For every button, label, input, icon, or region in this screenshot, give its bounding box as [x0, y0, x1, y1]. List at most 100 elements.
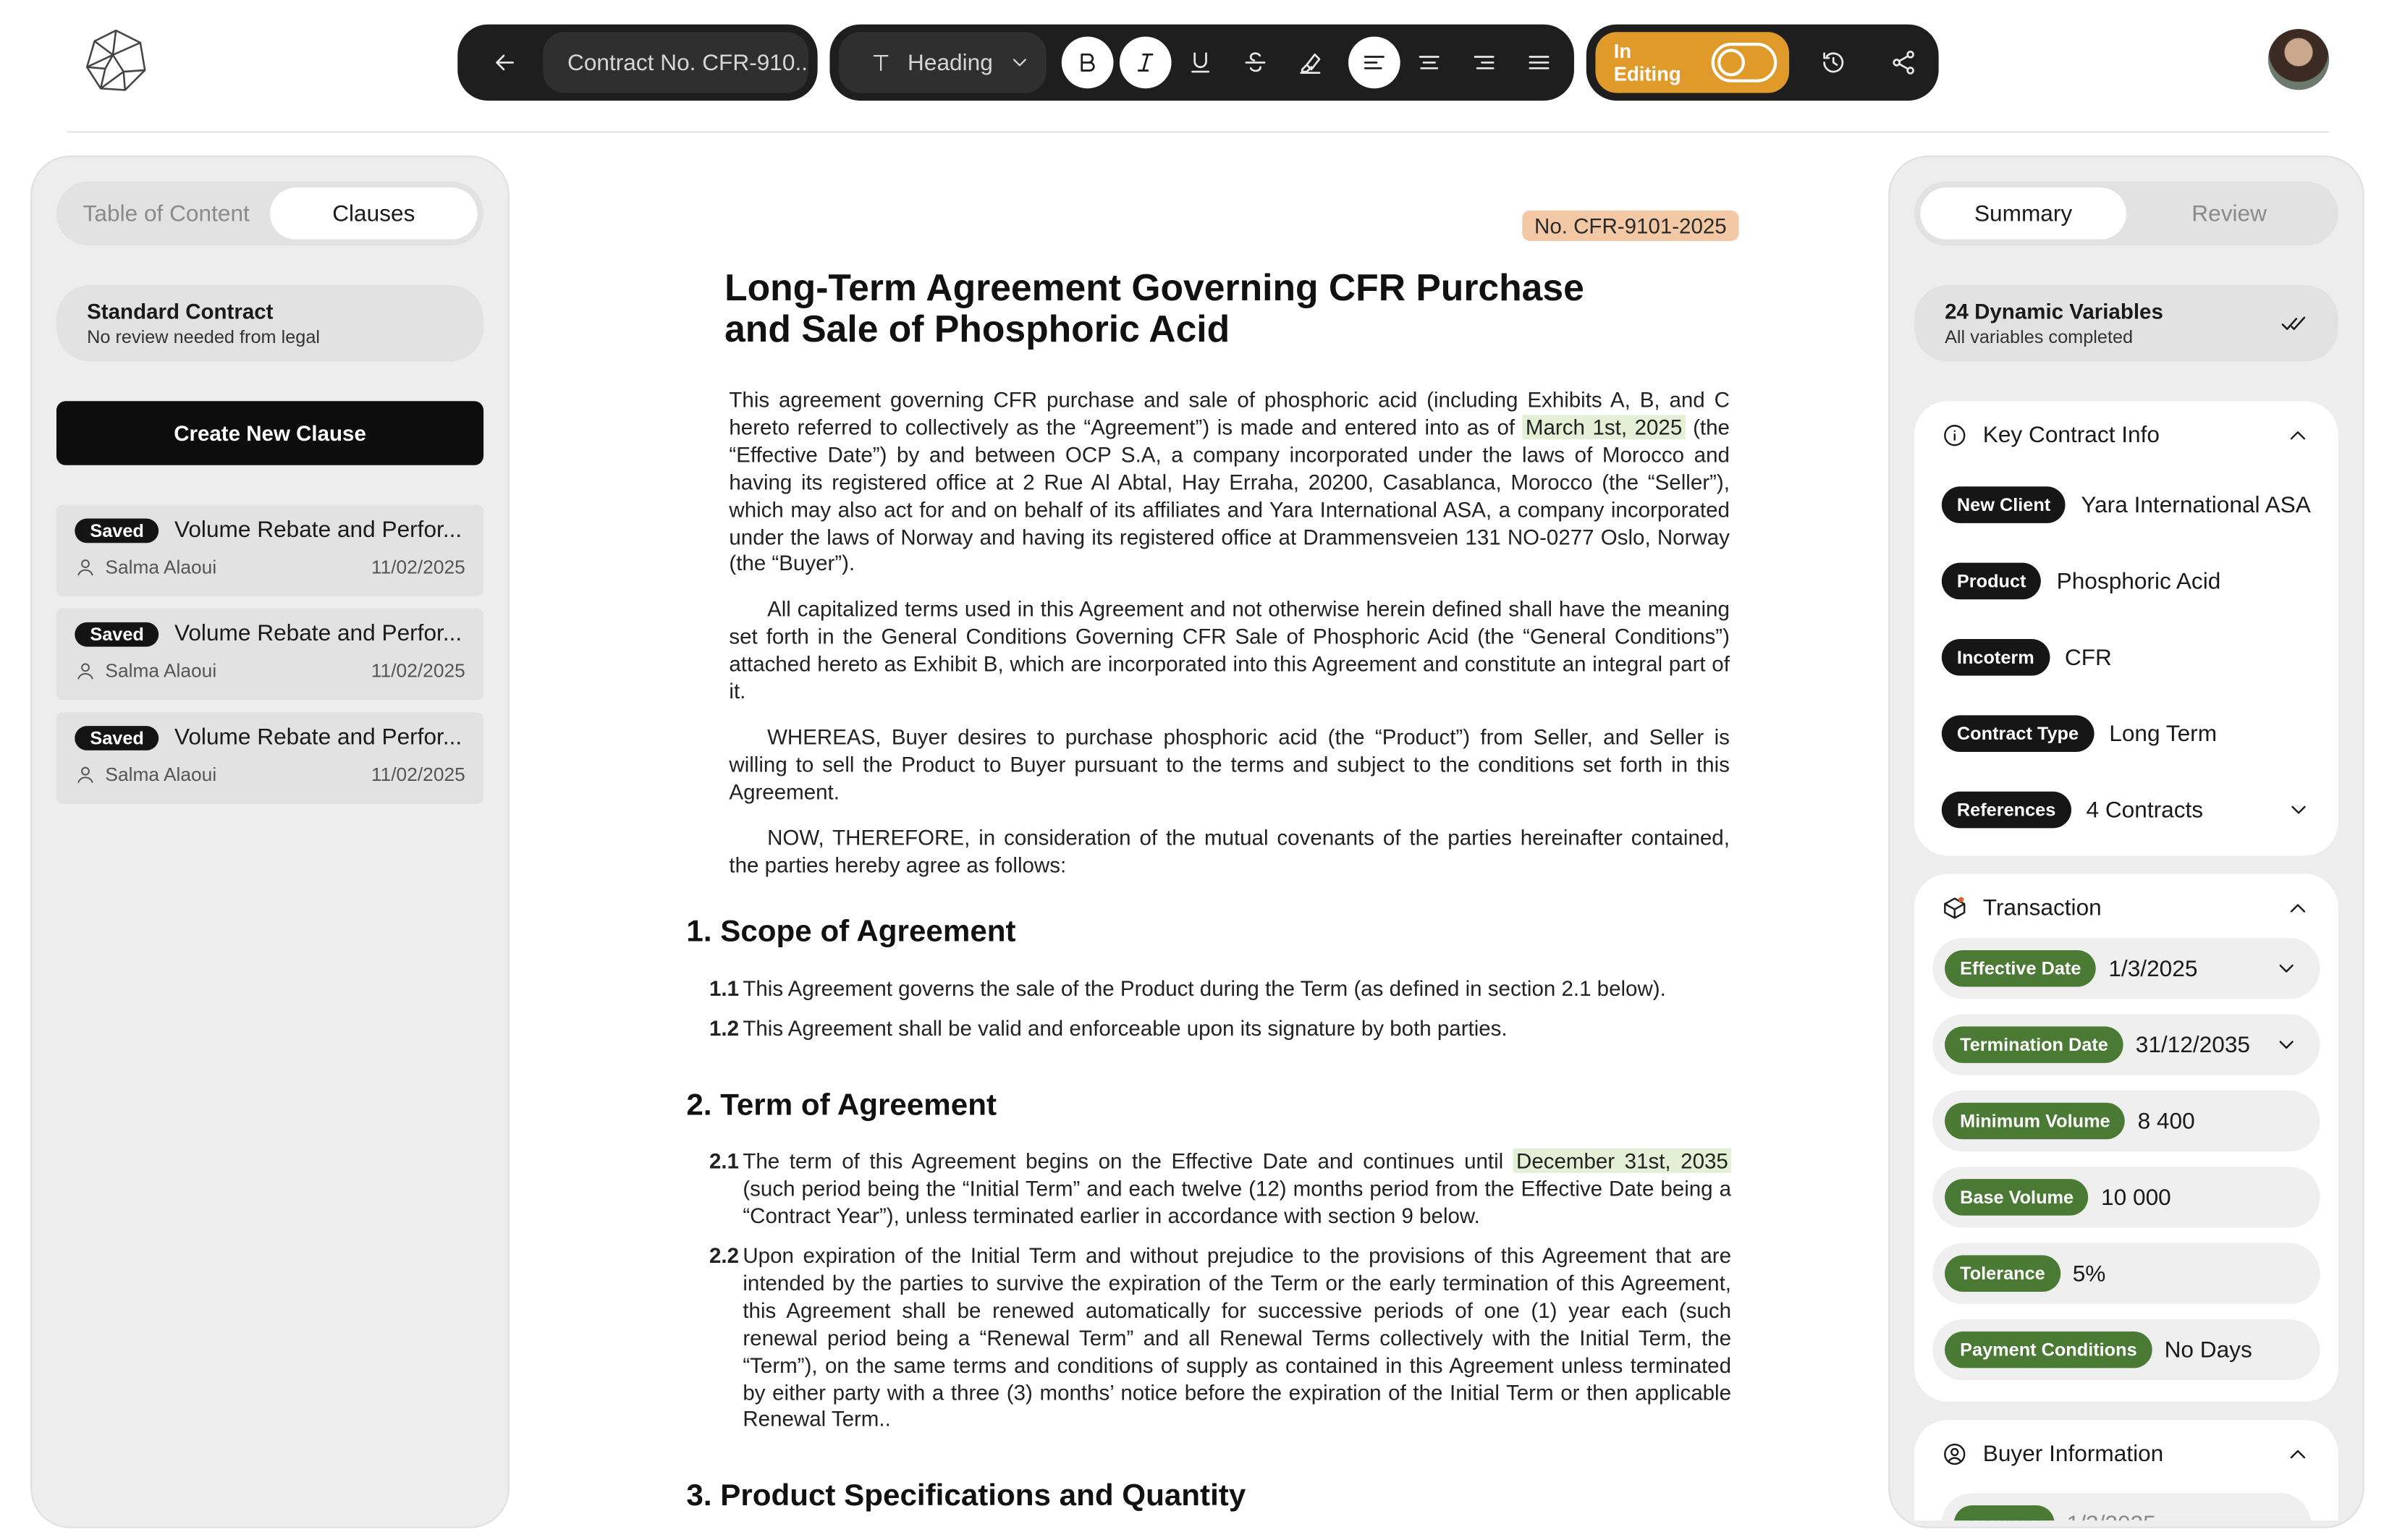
package-icon	[1944, 896, 1966, 918]
editing-mode-toggle[interactable]: In Editing	[1595, 32, 1790, 93]
clause-author: Salma Alaoui	[105, 763, 217, 786]
clause-1-2[interactable]: 1.2 This Agreement shall be valid and en…	[709, 1016, 1731, 1044]
align-justify-icon	[1529, 56, 1550, 69]
base-volume-field[interactable]: Base Volume 10 000	[1932, 1167, 2320, 1228]
effective-date-field[interactable]: Effective Date 1/3/2025	[1932, 938, 2320, 999]
document-intro[interactable]: This agreement governing CFR purchase an…	[729, 387, 1730, 897]
clause-2-2[interactable]: 2.2 Upon expiration of the Initial Term …	[709, 1243, 1731, 1434]
clause-author: Salma Alaoui	[105, 660, 217, 682]
underline-button[interactable]	[1175, 37, 1227, 89]
key-contract-info-card: Key Contract Info New Client Yara Intern…	[1914, 401, 2338, 856]
clause-item[interactable]: Saved Volume Rebate and Perfor... Salma …	[56, 608, 484, 701]
app-root: Contract No. CFR-910... Heading In Editi…	[0, 0, 2384, 1540]
underline-icon	[1191, 52, 1210, 73]
section-heading[interactable]: 3. Product Specifications and Quantity	[686, 1479, 1246, 1514]
key-info-row: New Client Yara International ASA	[1941, 486, 2311, 523]
tolerance-field[interactable]: Tolerance 5%	[1932, 1243, 2320, 1304]
effective-date-highlight[interactable]: March 1st, 2025	[1522, 415, 1686, 439]
termination-date-highlight[interactable]: December 31st, 2035	[1513, 1148, 1732, 1173]
chevron-down-icon[interactable]	[2274, 956, 2299, 981]
align-right-button[interactable]	[1458, 37, 1510, 89]
minimum-volume-field[interactable]: Minimum Volume 8 400	[1932, 1090, 2320, 1152]
user-avatar[interactable]	[2267, 29, 2330, 90]
align-left-button[interactable]	[1348, 36, 1400, 89]
transaction-value: 31/12/2035	[2135, 1031, 2250, 1058]
key-info-value: CFR	[2064, 644, 2112, 671]
definitions-paragraph[interactable]: All capitalized terms used in this Agree…	[729, 597, 1730, 706]
key-info-value: Long Term	[2109, 720, 2218, 747]
document-editor[interactable]: No. CFR-9101-2025 Long-Term Agreement Go…	[686, 198, 1739, 1540]
whereas-paragraph[interactable]: WHEREAS, Buyer desires to purchase phosp…	[729, 724, 1730, 806]
clause-2-1[interactable]: 2.1 The term of this Agreement begins on…	[709, 1148, 1732, 1230]
clause-number: 2.1	[709, 1148, 740, 1173]
clause-item[interactable]: Saved Volume Rebate and Perfor... Salma …	[56, 712, 484, 804]
chevron-down-icon[interactable]	[2274, 1033, 2299, 1057]
history-button[interactable]	[1807, 37, 1859, 89]
transaction-label: Payment Conditions	[1945, 1331, 2152, 1368]
transaction-label: Base Volume	[1945, 1179, 2089, 1216]
info-icon	[1944, 424, 1966, 446]
clause-title: Volume Rebate and Perfor...	[174, 517, 462, 543]
buyer-header[interactable]: Buyer Information	[1942, 1438, 2311, 1468]
italic-button[interactable]	[1119, 36, 1172, 89]
strikethrough-button[interactable]	[1230, 37, 1282, 89]
document-title[interactable]: Long-Term Agreement Governing CFR Purcha…	[724, 268, 1655, 351]
buyer-field-peek[interactable]: Country 1/3/2025	[1941, 1493, 2311, 1521]
tab-summary[interactable]: Summary	[1920, 187, 2126, 240]
key-info-value: Yara International ASA	[2081, 491, 2311, 518]
mode-toolbar: In Editing	[1586, 24, 1939, 101]
section-heading[interactable]: 2. Term of Agreement	[686, 1089, 997, 1124]
contract-status-title: Standard Contract	[87, 299, 274, 323]
saved-badge: Saved	[75, 725, 159, 750]
right-panel: Summary Review 24 Dynamic Variables All …	[1888, 155, 2364, 1528]
document-name-field[interactable]: Contract No. CFR-910...	[543, 32, 808, 93]
saved-badge: Saved	[75, 621, 159, 646]
logo-icon[interactable]	[83, 28, 150, 95]
section-heading[interactable]: 1. Scope of Agreement	[686, 915, 1015, 950]
transaction-value: 1/3/2025	[2108, 955, 2198, 982]
highlighter-icon	[1300, 53, 1321, 74]
key-info-label: Incoterm	[1941, 639, 2050, 676]
termination-date-field[interactable]: Termination Date 31/12/2035	[1932, 1014, 2320, 1075]
references-row[interactable]: References 4 Contracts	[1941, 791, 2311, 829]
clause-1-1[interactable]: 1.1 This Agreement governs the sale of t…	[709, 976, 1731, 1004]
chevron-up-icon[interactable]	[2285, 1441, 2311, 1467]
clause-text: The term of this Agreement begins on the…	[743, 1148, 1732, 1230]
italic-icon	[1137, 53, 1154, 72]
clause-title: Volume Rebate and Perfor...	[174, 724, 462, 750]
transaction-card: Transaction Effective Date 1/3/2025 Term…	[1914, 873, 2338, 1402]
document-nav-bar: Contract No. CFR-910...	[457, 24, 818, 101]
buyer-information-card: Buyer Information Country 1/3/2025	[1914, 1420, 2338, 1521]
tab-table-of-content[interactable]: Table of Content	[62, 187, 270, 240]
payment-conditions-field[interactable]: Payment Conditions No Days	[1932, 1319, 2320, 1381]
bold-button[interactable]	[1061, 36, 1114, 89]
toggle-switch[interactable]	[1712, 43, 1778, 82]
create-new-clause-button[interactable]: Create New Clause	[56, 401, 484, 465]
user-icon	[77, 766, 93, 783]
chevron-down-icon[interactable]	[2286, 798, 2311, 822]
clause-text-part: (such period being the “Initial Term” an…	[743, 1175, 1732, 1228]
dynamic-variables-card[interactable]: 24 Dynamic Variables All variables compl…	[1914, 285, 2338, 362]
tab-review[interactable]: Review	[2126, 187, 2333, 240]
align-center-button[interactable]	[1403, 37, 1455, 89]
align-justify-button[interactable]	[1513, 37, 1565, 89]
share-button[interactable]	[1877, 37, 1929, 89]
key-info-value: Phosphoric Acid	[2056, 568, 2221, 594]
key-info-label: New Client	[1941, 486, 2066, 523]
contract-status-subtitle: No review needed from legal	[87, 326, 321, 348]
back-arrow-icon[interactable]	[479, 37, 531, 89]
clause-date: 11/02/2025	[371, 660, 465, 682]
chevron-up-icon[interactable]	[2285, 894, 2311, 921]
chevron-up-icon[interactable]	[2285, 422, 2311, 448]
now-therefore-paragraph[interactable]: NOW, THEREFORE, in consideration of the …	[729, 824, 1730, 879]
transaction-header[interactable]: Transaction	[1932, 892, 2320, 923]
key-info-label: Product	[1941, 562, 2042, 600]
intro-paragraph[interactable]: This agreement governing CFR purchase an…	[729, 387, 1730, 578]
tab-clauses[interactable]: Clauses	[270, 187, 478, 240]
key-info-header[interactable]: Key Contract Info	[1942, 420, 2311, 450]
clause-number: 1.2	[709, 1015, 740, 1041]
clause-item[interactable]: Saved Volume Rebate and Perfor... Salma …	[56, 504, 484, 597]
highlight-button[interactable]	[1285, 37, 1337, 89]
formatting-toolbar: Heading	[829, 24, 1574, 101]
text-style-dropdown[interactable]: Heading	[839, 32, 1047, 93]
